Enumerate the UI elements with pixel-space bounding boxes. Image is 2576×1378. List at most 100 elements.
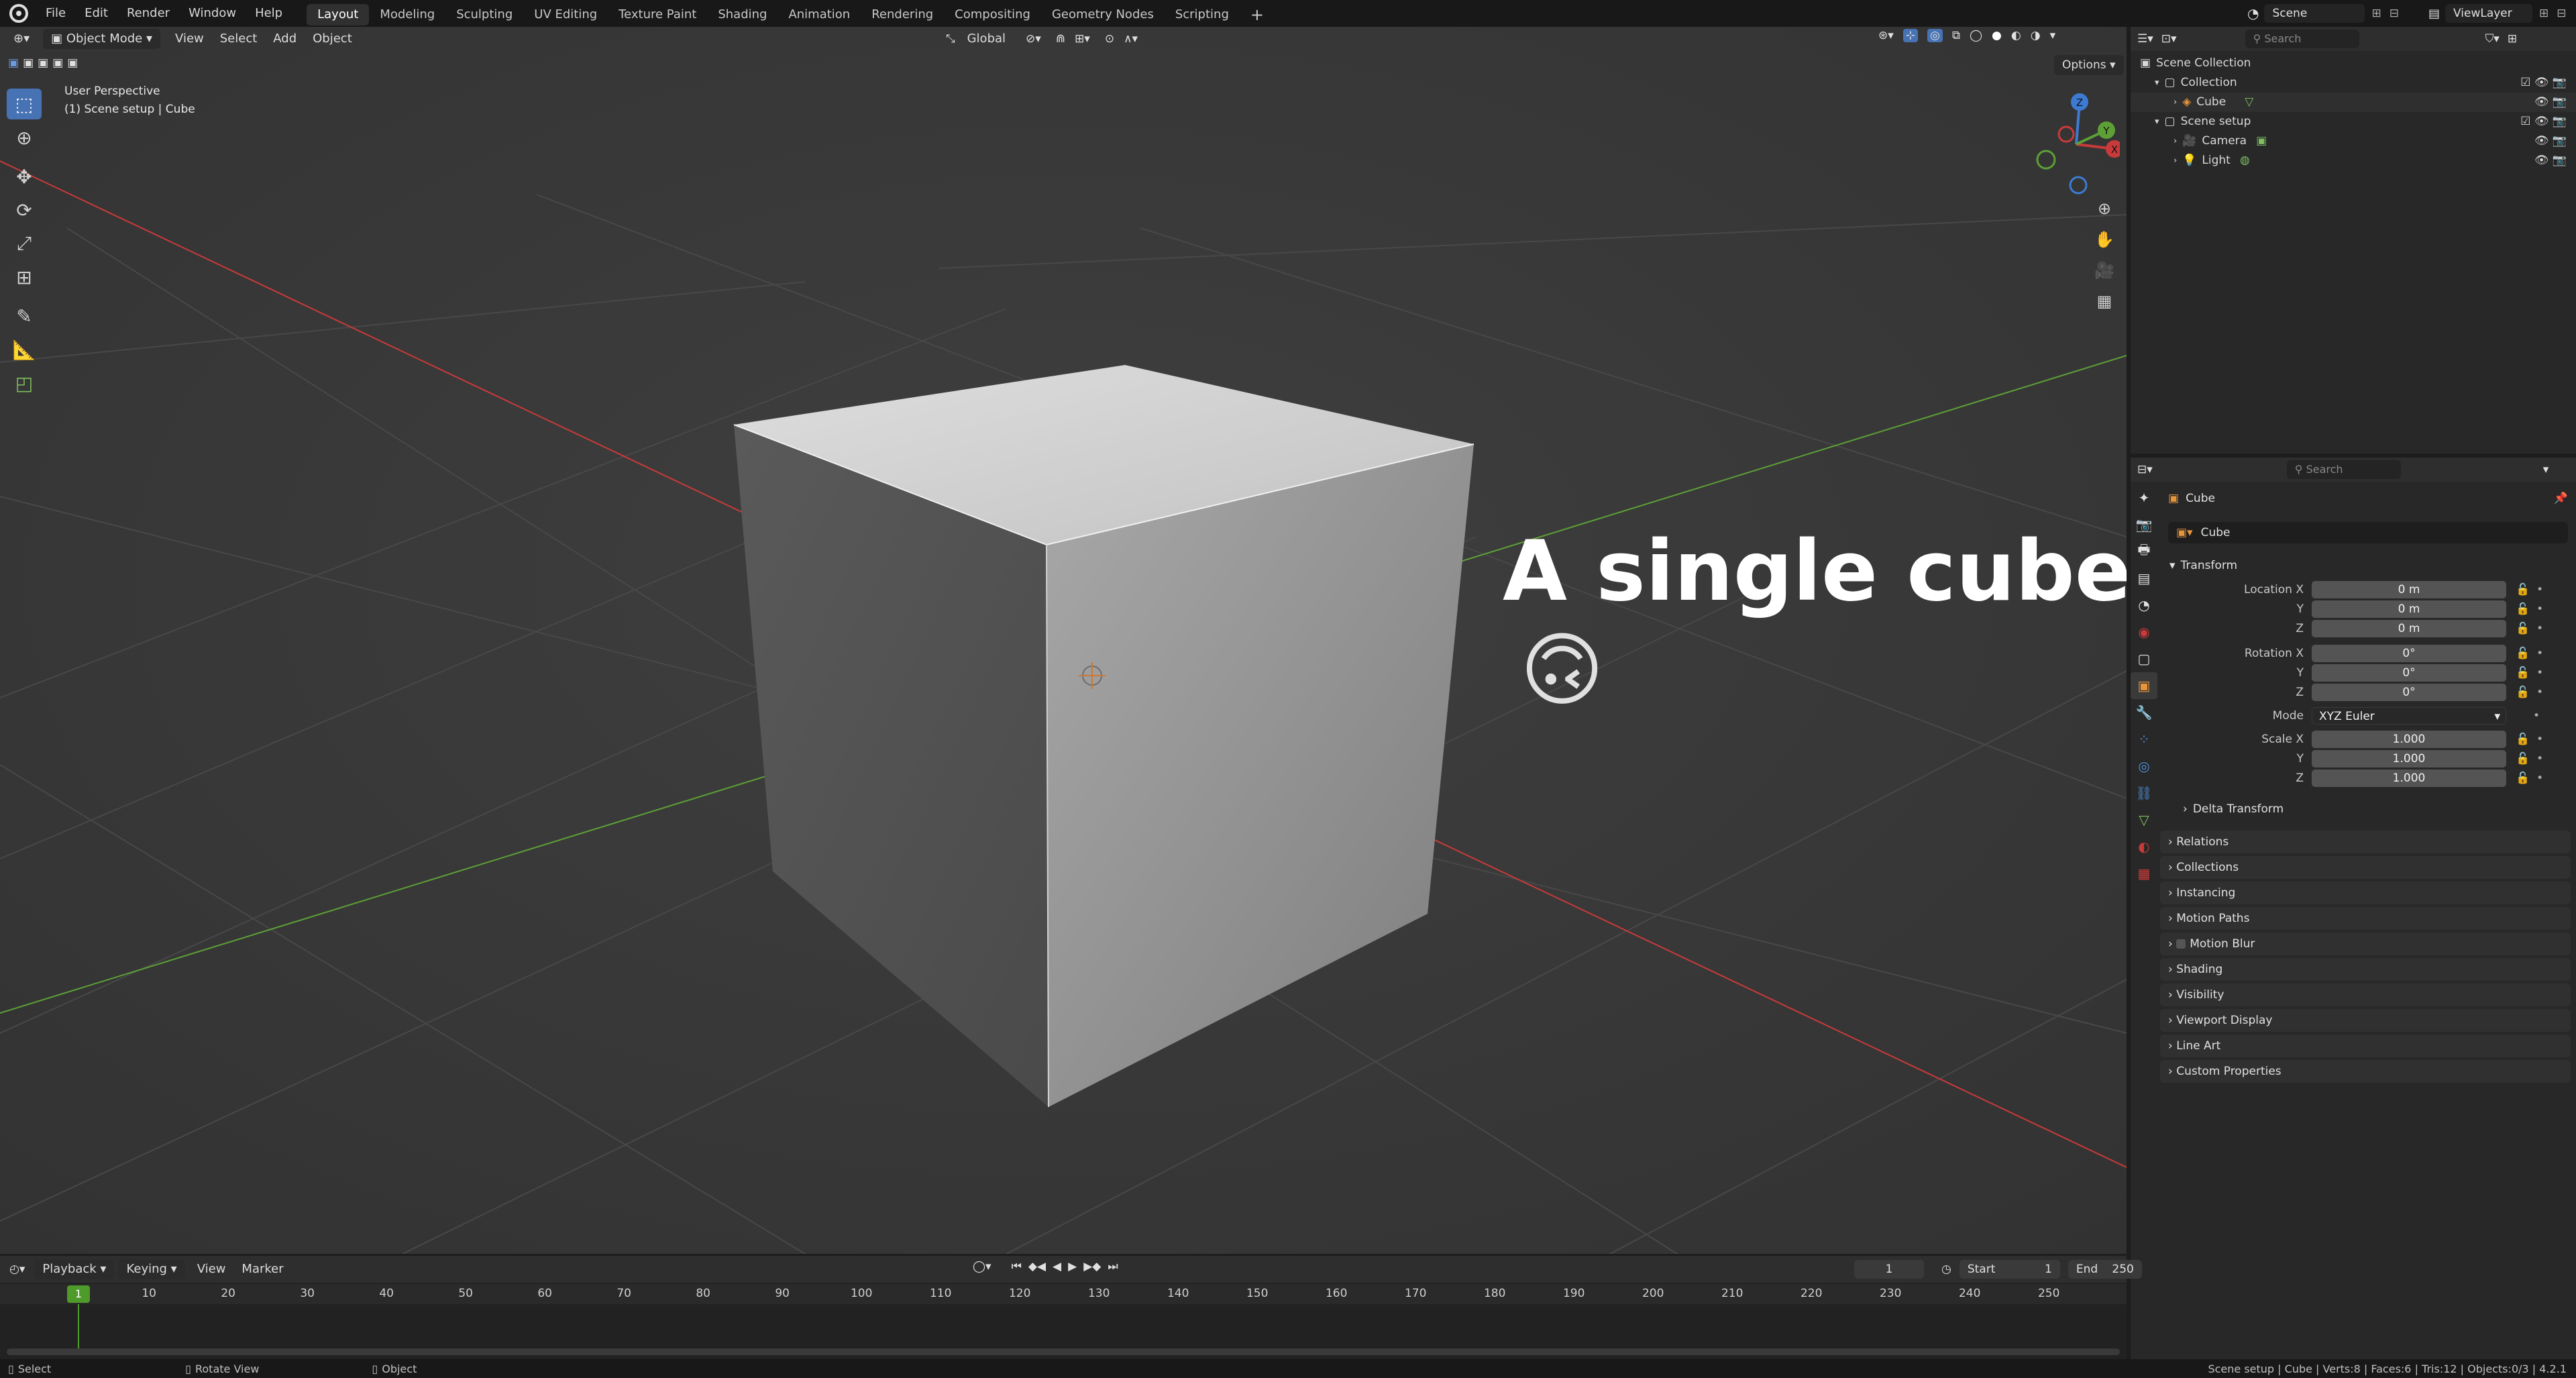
wireframe-shading-icon[interactable]: ◯ <box>1970 29 1982 42</box>
timeline-ruler[interactable]: 1 10 20 30 40 50 60 70 80 90 100 110 120 130 140 150 16… <box>0 1284 2127 1304</box>
display-mode-icon[interactable]: ⊡▾ <box>2161 32 2177 46</box>
render-tab-icon[interactable]: 📷 <box>2131 511 2157 538</box>
snap-icon[interactable]: ⋒ <box>1056 32 1065 46</box>
delta-transform-subpanel[interactable]: › Delta Transform <box>2160 797 2576 821</box>
camera-view-icon[interactable]: 🎥 <box>2089 255 2120 286</box>
next-keyframe-icon[interactable]: ▶◆ <box>1083 1260 1101 1273</box>
play-icon[interactable]: ▶ <box>1068 1260 1077 1273</box>
tab-layout[interactable]: Layout <box>307 4 370 25</box>
properties-search-input[interactable]: ⚲ Search <box>2286 460 2401 479</box>
lock-icon[interactable]: 🔓 <box>2516 602 2530 616</box>
tab-sculpting[interactable]: Sculpting <box>445 4 523 25</box>
timeline-scrollbar[interactable] <box>7 1348 2120 1355</box>
chevron-right-icon[interactable]: › <box>2174 93 2177 112</box>
physics-tab-icon[interactable]: ◎ <box>2131 753 2157 780</box>
keyframe-dot-icon[interactable]: • <box>2536 666 2543 680</box>
keyframe-dot-icon[interactable]: • <box>2536 752 2543 765</box>
object-mode-selector[interactable]: ▣ Object Mode ▾ <box>43 29 161 49</box>
outliner-row-cube[interactable]: › ◈ Cube ▽ 👁 📷 <box>2131 93 2576 112</box>
menu-help[interactable]: Help <box>246 0 292 27</box>
new-collection-icon[interactable]: ⊞ <box>2508 32 2517 46</box>
panel-custom-properties[interactable]: › Custom Properties <box>2160 1060 2571 1083</box>
keying-menu[interactable]: Keying ▾ <box>118 1259 185 1279</box>
annotate-tool-icon[interactable]: ✎ <box>7 301 42 331</box>
scale-y-field[interactable]: 1.000 <box>2312 749 2506 767</box>
menu-render[interactable]: Render <box>117 0 179 27</box>
measure-tool-icon[interactable]: 📐 <box>7 334 42 365</box>
visibility-icon[interactable]: ⊛▾ <box>1878 29 1894 42</box>
timeline-editor-icon[interactable]: ◴▾ <box>9 1263 25 1276</box>
panel-instancing[interactable]: › Instancing <box>2160 882 2571 904</box>
select-intersect-icon[interactable]: ▣ <box>67 56 78 70</box>
chevron-down-icon[interactable]: ▾ <box>2543 463 2549 476</box>
menu-view[interactable]: View <box>167 29 212 49</box>
select-subtract-icon[interactable]: ▣ <box>38 56 48 70</box>
panel-relations[interactable]: › Relations <box>2160 831 2571 853</box>
cursor-tool-icon[interactable]: ⊕ <box>7 122 42 153</box>
lock-icon[interactable]: 🔓 <box>2516 733 2530 746</box>
outliner-row-scene-setup[interactable]: ▾ ▢ Scene setup ☑ 👁 📷 <box>2131 112 2576 131</box>
keyframe-dot-icon[interactable]: • <box>2536 602 2543 616</box>
add-cube-tool-icon[interactable]: ◰ <box>7 368 42 399</box>
outliner-editor-icon[interactable]: ☰▾ <box>2137 32 2153 46</box>
select-new-icon[interactable]: ▣ <box>8 56 19 70</box>
constraints-tab-icon[interactable]: ⛓ <box>2131 780 2157 806</box>
xray-icon[interactable]: ⧉ <box>1952 29 1960 42</box>
ortho-toggle-icon[interactable]: ▦ <box>2089 286 2120 317</box>
motion-blur-checkbox[interactable] <box>2176 939 2186 949</box>
menu-add[interactable]: Add <box>265 29 305 49</box>
camera-visibility-icons[interactable]: 👁 📷 <box>2534 131 2567 151</box>
menu-object[interactable]: Object <box>305 29 360 49</box>
modifier-tab-icon[interactable]: 🔧 <box>2131 699 2157 726</box>
play-reverse-icon[interactable]: ◀ <box>1053 1260 1061 1273</box>
outliner-search-input[interactable]: ⚲ Search <box>2245 30 2359 48</box>
rotation-y-field[interactable]: 0° <box>2312 664 2506 682</box>
tab-animation[interactable]: Animation <box>777 4 861 25</box>
object-tab-icon[interactable]: ▣ <box>2131 672 2157 699</box>
panel-motion-blur[interactable]: › Motion Blur <box>2160 933 2571 955</box>
blender-logo-icon[interactable] <box>9 4 28 23</box>
collection-tab-icon[interactable]: ▢ <box>2131 645 2157 672</box>
scene-selector[interactable]: Scene <box>2264 4 2365 23</box>
timeline-view-menu[interactable]: View <box>189 1259 234 1279</box>
object-name-field[interactable]: ▣▾ Cube <box>2168 522 2568 543</box>
panel-line-art[interactable]: › Line Art <box>2160 1035 2571 1057</box>
editor-type-icon[interactable]: ⊕▾ <box>5 29 38 49</box>
move-tool-icon[interactable]: ✥ <box>7 161 42 192</box>
lock-icon[interactable]: 🔓 <box>2516 647 2530 660</box>
zoom-icon[interactable]: ⊕ <box>2089 193 2120 224</box>
navigation-gizmo[interactable]: Z X Y <box>2033 87 2120 195</box>
tab-uv-editing[interactable]: UV Editing <box>523 4 608 25</box>
pivot-icon[interactable]: ⊘▾ <box>1026 32 1041 46</box>
add-workspace-button[interactable]: + <box>1240 4 1275 25</box>
rendered-shading-icon[interactable]: ◑ <box>2031 29 2041 42</box>
panel-shading[interactable]: › Shading <box>2160 958 2571 981</box>
preview-range-icon[interactable]: ◷ <box>1941 1263 1951 1276</box>
lock-icon[interactable]: 🔓 <box>2516 622 2530 635</box>
pan-hand-icon[interactable]: ✋ <box>2089 224 2120 255</box>
view-layer-remove-icon[interactable]: ⊟ <box>2557 7 2566 20</box>
panel-visibility[interactable]: › Visibility <box>2160 984 2571 1006</box>
keyframe-dot-icon[interactable]: • <box>2536 686 2543 699</box>
playback-menu[interactable]: Playback ▾ <box>34 1259 115 1279</box>
options-button[interactable]: Options ▾ <box>2054 55 2124 75</box>
rotation-z-field[interactable]: 0° <box>2312 683 2506 701</box>
gizmo-toggle-icon[interactable]: ⊹ <box>1902 29 1919 42</box>
location-z-field[interactable]: 0 m <box>2312 619 2506 637</box>
keyframe-dot-icon[interactable]: • <box>2536 622 2543 635</box>
menu-window[interactable]: Window <box>179 0 246 27</box>
tab-shading[interactable]: Shading <box>707 4 777 25</box>
tab-rendering[interactable]: Rendering <box>861 4 944 25</box>
panel-viewport-display[interactable]: › Viewport Display <box>2160 1009 2571 1032</box>
lock-icon[interactable]: 🔓 <box>2516 666 2530 680</box>
scale-x-field[interactable]: 1.000 <box>2312 730 2506 748</box>
properties-editor-icon[interactable]: ⊟▾ <box>2137 463 2153 476</box>
transform-tool-icon[interactable]: ⊞ <box>7 262 42 293</box>
tab-modeling[interactable]: Modeling <box>369 4 445 25</box>
view-layer-selector[interactable]: ViewLayer <box>2445 4 2533 23</box>
cube-visibility-icons[interactable]: 👁 📷 <box>2534 93 2567 112</box>
jump-end-icon[interactable]: ⏭ <box>1108 1260 1118 1273</box>
current-frame-field[interactable]: 1 <box>1854 1260 1924 1279</box>
tab-scripting[interactable]: Scripting <box>1165 4 1240 25</box>
end-frame-field[interactable]: End 250 <box>2068 1260 2142 1279</box>
